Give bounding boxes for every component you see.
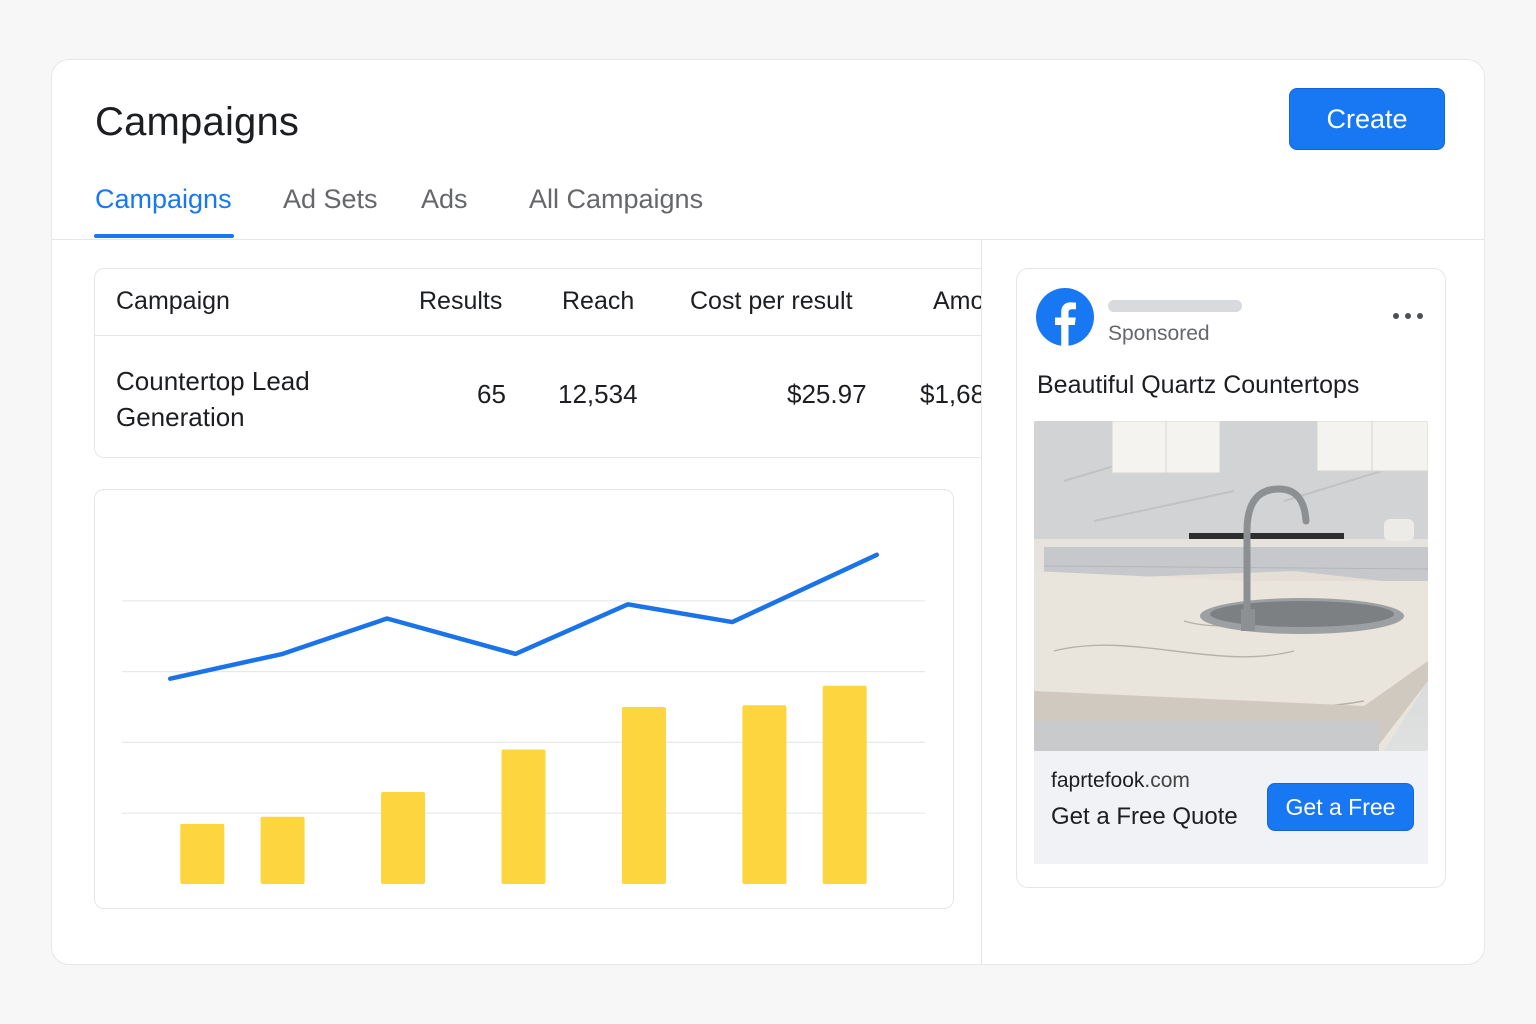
header-campaign[interactable]: Campaign xyxy=(116,287,230,316)
chart-svg xyxy=(122,552,925,884)
tab-ads[interactable]: Ads xyxy=(421,184,468,238)
tab-campaigns[interactable]: Campaigns xyxy=(94,184,234,238)
ad-preview: Sponsored Beautiful Quartz Countertops f… xyxy=(1016,268,1446,888)
ad-headline: Beautiful Quartz Countertops xyxy=(1037,371,1360,399)
tab-all-campaigns[interactable]: All Campaigns xyxy=(529,184,703,238)
tab-ad-sets[interactable]: Ad Sets xyxy=(283,184,378,238)
create-button[interactable]: Create xyxy=(1289,88,1445,150)
header-results[interactable]: Results xyxy=(419,287,502,316)
header-reach[interactable]: Reach xyxy=(562,287,634,316)
more-options-icon[interactable] xyxy=(1391,309,1425,323)
sponsored-label: Sponsored xyxy=(1108,322,1210,345)
kitchen-illustration xyxy=(1034,421,1428,751)
ad-cta-text: Get a Free Quote xyxy=(1051,803,1238,830)
bar-2[interactable] xyxy=(381,791,426,884)
performance-chart xyxy=(94,489,954,909)
ad-footer: faprtefook.com Get a Free Quote Get a Fr… xyxy=(1034,751,1428,864)
bar-6[interactable] xyxy=(822,685,867,884)
campaign-table: Campaign Results Reach Cost per result A… xyxy=(94,268,981,458)
line-series[interactable] xyxy=(167,552,880,681)
tab-bar: Campaigns Ad Sets Ads All Campaigns xyxy=(52,180,1484,240)
campaign-name[interactable]: Countertop Lead Generation xyxy=(116,363,376,435)
results-value: 65 xyxy=(477,379,506,409)
cost-value: $25.97 xyxy=(787,379,867,409)
get-quote-button[interactable]: Get a Free xyxy=(1267,783,1414,831)
ad-domain-name: faprtefook xyxy=(1051,769,1145,792)
table-header-row: Campaign Results Reach Cost per result A… xyxy=(95,269,981,336)
campaigns-panel: Campaigns Create Campaigns Ad Sets Ads A… xyxy=(51,59,1485,965)
amount-value: $1,68 xyxy=(920,379,981,409)
header-cost-per-result[interactable]: Cost per result xyxy=(690,287,853,316)
facebook-logo-icon xyxy=(1036,288,1094,346)
advertiser-name-placeholder xyxy=(1108,300,1242,312)
ad-domain[interactable]: faprtefook.com xyxy=(1051,769,1190,793)
reach-value: 12,534 xyxy=(558,379,638,409)
kitchen-countertop-image[interactable] xyxy=(1034,421,1428,751)
bar-5[interactable] xyxy=(742,705,787,884)
ad-domain-ext: .com xyxy=(1144,769,1190,792)
bar-3[interactable] xyxy=(501,749,546,884)
bar-1[interactable] xyxy=(260,816,305,884)
bar-4[interactable] xyxy=(621,707,666,884)
bar-0[interactable] xyxy=(180,823,225,884)
header-amount[interactable]: Amo xyxy=(933,287,981,316)
page-title: Campaigns xyxy=(95,100,300,144)
panel-divider xyxy=(981,240,982,964)
